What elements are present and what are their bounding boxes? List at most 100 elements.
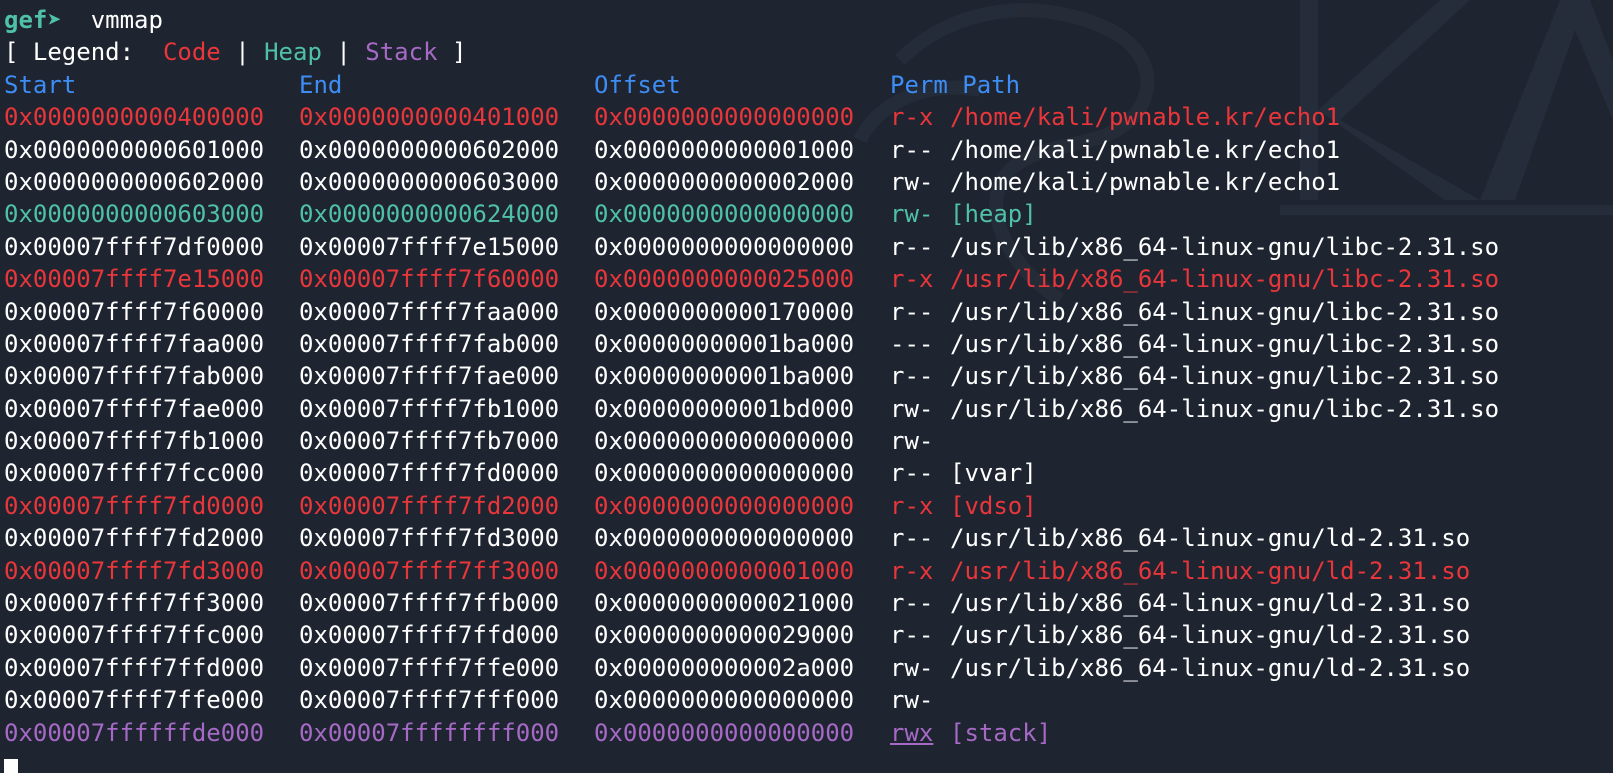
row-path: /usr/lib/x86_64-linux-gnu/libc-2.31.so xyxy=(950,329,1500,358)
table-row: 0x00007ffff7ff3000 0x00007ffff7ffb000 0x00… xyxy=(4,587,1609,619)
row-perm: r-- xyxy=(890,589,934,618)
row-offset: 0x0000000000021000 xyxy=(594,589,855,618)
legend-open: [ Legend: xyxy=(4,38,135,67)
table-row: 0x0000000000400000 0x0000000000401000 0x00… xyxy=(4,101,1609,133)
gef-prompt: gef➤ xyxy=(4,6,62,34)
row-perm: r-- xyxy=(890,297,934,326)
row-start-address: 0x00007ffff7fcc000 xyxy=(4,459,265,488)
row-path: /usr/lib/x86_64-linux-gnu/libc-2.31.so xyxy=(950,265,1500,294)
row-path: [vdso] xyxy=(950,491,1037,520)
table-row: 0x0000000000601000 0x0000000000602000 0x00… xyxy=(4,134,1609,166)
row-start-address: 0x0000000000601000 xyxy=(4,135,265,164)
table-row: 0x00007ffff7fcc000 0x00007ffff7fd0000 0x00… xyxy=(4,457,1609,489)
row-offset: 0x0000000000002000 xyxy=(594,167,855,196)
legend-close: ] xyxy=(451,38,467,67)
row-start-address: 0x00007ffff7ffc000 xyxy=(4,621,265,650)
row-offset: 0x00000000001ba000 xyxy=(594,329,855,358)
row-path: /usr/lib/x86_64-linux-gnu/ld-2.31.so xyxy=(950,524,1471,553)
row-start-address: 0x00007ffff7ffe000 xyxy=(4,686,265,715)
row-end-address: 0x00007ffff7fd0000 xyxy=(299,459,560,488)
table-row: 0x00007ffff7faa000 0x00007ffff7fab000 0x00… xyxy=(4,328,1609,360)
row-end-address: 0x0000000000603000 xyxy=(299,167,560,196)
row-start-address: 0x00007ffff7ffd000 xyxy=(4,653,265,682)
row-end-address: 0x00007ffff7fd3000 xyxy=(299,524,560,553)
row-start-address: 0x00007ffff7fb1000 xyxy=(4,427,265,456)
row-end-address: 0x0000000000602000 xyxy=(299,135,560,164)
row-path: /usr/lib/x86_64-linux-gnu/ld-2.31.so xyxy=(950,653,1471,682)
row-perm: r-- xyxy=(890,362,934,391)
row-path: /usr/lib/x86_64-linux-gnu/libc-2.31.so xyxy=(950,232,1500,261)
table-row: 0x00007ffff7ffe000 0x00007ffff7fff000 0x00… xyxy=(4,684,1609,716)
row-start-address: 0x0000000000603000 xyxy=(4,200,265,229)
row-path: /usr/lib/x86_64-linux-gnu/libc-2.31.so xyxy=(950,394,1500,423)
row-offset: 0x0000000000029000 xyxy=(594,621,855,650)
row-end-address: 0x0000000000624000 xyxy=(299,200,560,229)
table-row: 0x00007ffff7fd0000 0x00007ffff7fd2000 0x00… xyxy=(4,490,1609,522)
table-row: 0x00007ffff7df0000 0x00007ffff7e15000 0x00… xyxy=(4,231,1609,263)
table-row: 0x0000000000602000 0x0000000000603000 0x00… xyxy=(4,166,1609,198)
row-perm: r-- xyxy=(890,232,934,261)
row-perm: r-- xyxy=(890,459,934,488)
row-end-address: 0x00007ffff7fb7000 xyxy=(299,427,560,456)
row-offset: 0x0000000000000000 xyxy=(594,459,855,488)
terminal-cursor[interactable] xyxy=(4,758,18,773)
row-end-address: 0x00007ffff7ffb000 xyxy=(299,589,560,618)
row-offset: 0x0000000000000000 xyxy=(594,427,855,456)
row-path: /usr/lib/x86_64-linux-gnu/libc-2.31.so xyxy=(950,362,1500,391)
legend-code: Code xyxy=(162,38,221,67)
table-row: 0x00007ffff7ffc000 0x00007ffff7ffd000 0x00… xyxy=(4,619,1609,651)
command-text: vmmap xyxy=(90,6,163,34)
row-perm: rwx xyxy=(890,717,950,749)
row-start-address: 0x00007ffff7fd0000 xyxy=(4,491,265,520)
table-row: 0x00007ffff7fae000 0x00007ffff7fb1000 0x00… xyxy=(4,393,1609,425)
legend-heap: Heap xyxy=(264,38,322,67)
row-start-address: 0x00007ffff7fab000 xyxy=(4,362,265,391)
table-row: 0x00007ffff7fd2000 0x00007ffff7fd3000 0x00… xyxy=(4,522,1609,554)
row-offset: 0x0000000000025000 xyxy=(594,265,855,294)
row-offset: 0x00000000001bd000 xyxy=(594,394,855,423)
row-end-address: 0x00007ffff7ffe000 xyxy=(299,653,560,682)
row-perm: r-x xyxy=(890,103,934,132)
table-row: 0x00007ffff7fd3000 0x00007ffff7ff3000 0x00… xyxy=(4,555,1609,587)
row-end-address: 0x00007ffff7faa000 xyxy=(299,297,560,326)
header-offset: Offset xyxy=(594,70,681,99)
row-start-address: 0x00007ffff7fae000 xyxy=(4,394,265,423)
row-end-address: 0x00007ffff7fae000 xyxy=(299,362,560,391)
row-perm-underlined: rwx xyxy=(890,718,934,747)
row-start-address: 0x0000000000400000 xyxy=(4,103,265,132)
row-end-address: 0x00007ffff7e15000 xyxy=(299,232,560,261)
table-row: 0x00007ffff7f60000 0x00007ffff7faa000 0x00… xyxy=(4,296,1609,328)
header-perm-path: Perm Path xyxy=(890,70,1021,99)
row-end-address: 0x00007ffff7ff3000 xyxy=(299,556,560,585)
row-path: /home/kali/pwnable.kr/echo1 xyxy=(950,135,1341,164)
row-start-address: 0x00007ffff7fd3000 xyxy=(4,556,265,585)
row-offset: 0x0000000000000000 xyxy=(594,491,855,520)
legend-stack: Stack xyxy=(365,38,438,67)
header-end: End xyxy=(299,70,343,99)
row-perm: r-- xyxy=(890,135,934,164)
table-row: 0x0000000000603000 0x0000000000624000 0x00… xyxy=(4,198,1609,230)
row-offset: 0x0000000000000000 xyxy=(594,200,855,229)
row-offset: 0x00000000001ba000 xyxy=(594,362,855,391)
row-end-address: 0x00007ffff7fb1000 xyxy=(299,394,560,423)
legend-separator: | xyxy=(336,38,351,67)
row-end-address: 0x00007ffff7f60000 xyxy=(299,265,560,294)
row-offset: 0x0000000000000000 xyxy=(594,686,855,715)
row-perm: --- xyxy=(890,329,934,358)
row-start-address: 0x00007ffff7fd2000 xyxy=(4,524,265,553)
row-path: /home/kali/pwnable.kr/echo1 xyxy=(950,167,1341,196)
row-offset: 0x0000000000001000 xyxy=(594,135,855,164)
row-end-address: 0x00007ffff7fd2000 xyxy=(299,491,560,520)
row-end-address: 0x0000000000401000 xyxy=(299,103,560,132)
row-path: /usr/lib/x86_64-linux-gnu/ld-2.31.so xyxy=(950,621,1471,650)
row-end-address: 0x00007ffff7ffd000 xyxy=(299,621,560,650)
row-offset: 0x0000000000000000 xyxy=(594,232,855,261)
row-start-address: 0x00007ffff7df0000 xyxy=(4,232,265,261)
row-perm: rw- xyxy=(890,200,934,229)
terminal-output: gef➤ vmmap [ Legend: Code | Heap | Stack… xyxy=(4,4,1609,773)
row-path: [heap] xyxy=(950,200,1037,229)
prompt-line: gef➤ vmmap xyxy=(4,4,1609,36)
table-row: 0x00007ffffffde000 0x00007ffffffff000 0x00… xyxy=(4,717,1609,749)
row-end-address: 0x00007ffff7fff000 xyxy=(299,686,560,715)
row-offset: 0x000000000002a000 xyxy=(594,653,855,682)
